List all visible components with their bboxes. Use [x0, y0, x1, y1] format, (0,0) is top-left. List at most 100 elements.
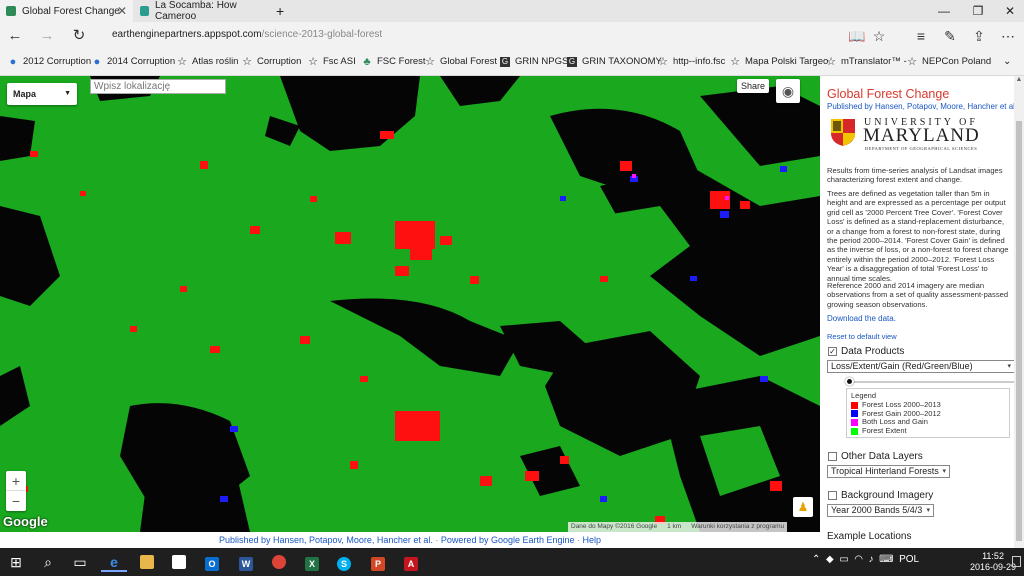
close-window-icon[interactable]: ✕ [994, 0, 1024, 22]
volume-icon[interactable]: ♪ [869, 554, 874, 565]
url-field[interactable]: earthenginepartners.appspot.com/science-… [112, 29, 382, 40]
reading-view-icon[interactable]: 📖 [848, 27, 866, 45]
favorites-overflow-chevron-icon[interactable]: ⌄ [1003, 56, 1011, 67]
dropbox-icon[interactable]: ◆ [826, 554, 834, 565]
umd-logo: UNIVERSITY OF MARYLAND DEPARTMENT OF GEO… [827, 115, 1007, 151]
background-imagery-label: Background Imagery [841, 490, 934, 501]
favorites-bar: ● 2012 Corruption ● 2014 Corruption ☆ Atlas… [0, 50, 1024, 76]
terms-link[interactable]: Warunki korzystania z programu [691, 523, 784, 531]
web-note-icon[interactable]: ✎ [941, 27, 959, 45]
clock[interactable]: 11:52 2016-09-29 [970, 551, 1016, 573]
chrome-icon[interactable] [266, 552, 292, 572]
favorite-fsc-asi[interactable]: ☆ Fsc ASI [308, 56, 356, 67]
favorite-2014-corruption[interactable]: ● 2014 Corruption [92, 56, 175, 67]
star-icon: ☆ [658, 55, 668, 68]
powered-link[interactable]: Powered by Google Earth Engine [441, 535, 575, 545]
page-favicon [140, 6, 149, 16]
my-location-icon[interactable]: ◉ [776, 79, 800, 103]
favorite-mapa-polski[interactable]: ☆ Mapa Polski Targeo [730, 56, 828, 67]
hub-icon[interactable]: ≡ [912, 27, 930, 45]
legend-swatch-extent [851, 427, 858, 435]
star-icon: ☆ [242, 55, 252, 68]
grin-icon: G [567, 56, 577, 67]
favorite-corruption[interactable]: ☆ Corruption [242, 56, 301, 67]
star-icon: ☆ [177, 55, 187, 68]
refresh-icon[interactable]: ↻ [69, 26, 89, 46]
tray-chevron-icon[interactable]: ⌃ [812, 554, 820, 565]
data-products-checkbox[interactable]: ✓ [828, 347, 837, 356]
address-bar: ← → ↻ earthenginepartners.appspot.com/sc… [0, 22, 1024, 50]
star-icon: ☆ [730, 55, 740, 68]
notification-icon[interactable] [1012, 556, 1021, 567]
system-tray: ⌃ ◆ ▭ ◠ ♪ ⌨ POL [812, 554, 919, 565]
slider-track [846, 381, 1014, 383]
forward-arrow-icon[interactable]: → [37, 26, 57, 46]
legend-swatch-gain [851, 410, 858, 418]
opacity-slider[interactable] [845, 377, 1014, 386]
other-layers-checkbox[interactable] [828, 452, 837, 461]
word-icon[interactable]: W [233, 552, 259, 572]
panel-scrollbar[interactable]: ▲ [1014, 76, 1024, 548]
background-imagery-select[interactable]: Year 2000 Bands 5/4/3 ▾ [827, 504, 934, 517]
tab-global-forest-change[interactable]: Global Forest Change ✕ [0, 0, 133, 22]
outlook-icon[interactable]: O [199, 552, 225, 572]
zoom-out-button[interactable]: − [6, 491, 26, 511]
legend-swatch-both [851, 418, 858, 426]
favorite-grin-taxonomy[interactable]: G GRIN TAXONOMY [567, 56, 662, 67]
globe-icon: ● [9, 55, 17, 68]
back-arrow-icon[interactable]: ← [5, 26, 25, 46]
favorite-nepcon[interactable]: ☆ NEPCon Poland [907, 56, 991, 67]
help-link[interactable]: Help [583, 535, 602, 545]
zoom-control: + − [6, 471, 26, 511]
scrollbar-thumb[interactable] [1016, 121, 1022, 541]
network-icon[interactable]: ◠ [854, 554, 863, 565]
store-icon[interactable] [166, 552, 192, 572]
minimize-icon[interactable]: — [928, 0, 960, 22]
search-icon[interactable]: ⌕ [35, 552, 61, 572]
other-layers-select[interactable]: Tropical Hinterland Forests ▾ [827, 465, 950, 478]
reset-view-link[interactable]: Reset to default view [827, 332, 897, 341]
skype-icon[interactable]: S [331, 552, 357, 572]
download-link[interactable]: Download the data. [827, 314, 896, 323]
favorite-fsc-forest[interactable]: ♣ FSC Forest [362, 56, 425, 67]
restore-icon[interactable]: ❐ [962, 0, 994, 22]
legend-title: Legend [851, 391, 877, 400]
location-search-input[interactable]: Wpisz lokalizację [90, 79, 226, 94]
street-view-pegman-icon[interactable]: ♟ [793, 497, 813, 517]
language-indicator[interactable]: POL [899, 554, 919, 565]
published-link[interactable]: Published by Hansen, Potapov, Moore, Han… [219, 535, 433, 545]
favorite-global-forest[interactable]: ☆ Global Forest [425, 56, 497, 67]
data-products-select[interactable]: Loss/Extent/Gain (Red/Green/Blue) ▾ [827, 360, 1014, 373]
slider-handle[interactable] [845, 377, 854, 386]
edge-browser-icon[interactable]: e [101, 552, 127, 572]
favorite-star-icon[interactable]: ☆ [870, 27, 888, 45]
powerpoint-icon[interactable]: P [365, 552, 391, 572]
favorite-atlas-roslin[interactable]: ☆ Atlas roślin [177, 56, 238, 67]
tab-la-socamba[interactable]: La Socamba: How Cameroo [134, 0, 268, 22]
zoom-in-button[interactable]: + [6, 471, 26, 491]
acrobat-icon[interactable]: A [398, 552, 424, 572]
excel-icon[interactable]: X [299, 552, 325, 572]
share-icon[interactable]: ⇪ [970, 27, 988, 45]
favorite-2012-corruption[interactable]: ● 2012 Corruption [8, 56, 91, 67]
map-type-dropdown[interactable]: Mapa ▼ [7, 83, 77, 105]
favorite-info-fsc[interactable]: ☆ http--info.fsc [658, 56, 725, 67]
windows-start-icon[interactable]: ⊞ [3, 552, 29, 572]
scroll-up-icon[interactable]: ▲ [1014, 76, 1024, 86]
more-icon[interactable]: ⋯ [999, 27, 1017, 45]
background-imagery-checkbox[interactable] [828, 491, 837, 500]
favorite-mtranslator[interactable]: ☆ mTranslator™ - [826, 56, 907, 67]
battery-icon[interactable]: ▭ [839, 554, 848, 565]
favorite-grin-npgs[interactable]: G GRIN NPGS [500, 56, 568, 67]
authors-link[interactable]: Published by Hansen, Potapov, Moore, Han… [827, 102, 1014, 111]
share-button[interactable]: Share [737, 79, 769, 93]
scale-bar: 1 km [667, 523, 682, 530]
star-icon: ☆ [826, 55, 836, 68]
tab-label: Global Forest Change [22, 5, 120, 17]
task-view-icon[interactable]: ▭ [67, 552, 93, 572]
file-explorer-icon[interactable] [134, 552, 160, 572]
new-tab-button[interactable]: + [270, 0, 290, 22]
close-tab-icon[interactable]: ✕ [117, 4, 127, 18]
keyboard-icon[interactable]: ⌨ [879, 554, 893, 565]
forest-map[interactable]: Mapa ▼ Wpisz lokalizację Share ◉ + − ♟ Go… [0, 76, 820, 532]
